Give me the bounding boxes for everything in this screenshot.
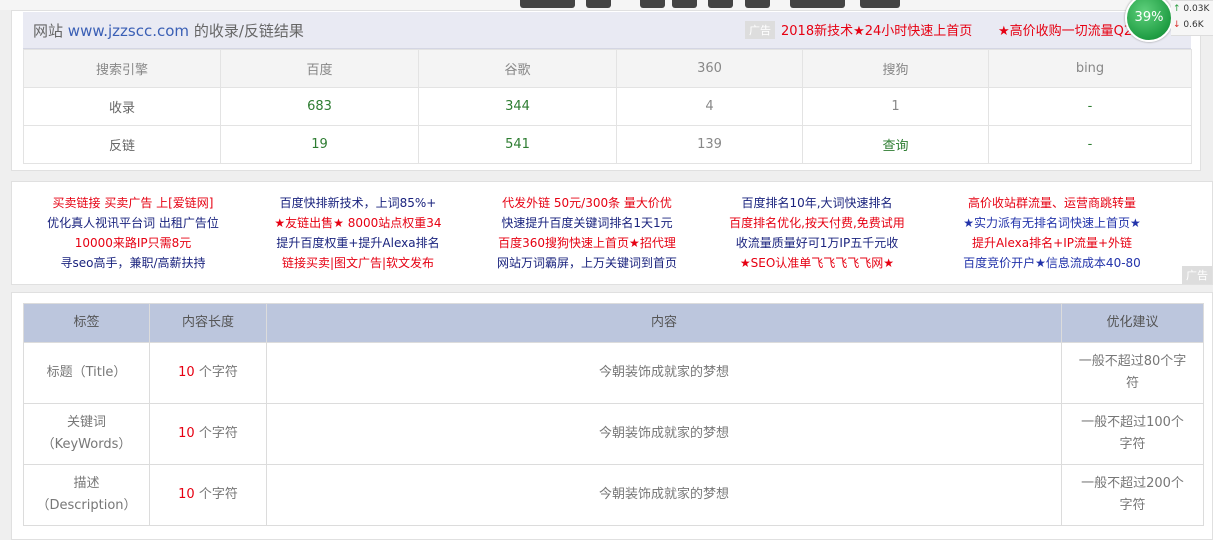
col-header-baidu: 百度 — [220, 49, 419, 88]
upload-arrow-icon: ↑ — [1173, 4, 1181, 14]
top-tab[interactable] — [640, 0, 665, 8]
top-tab[interactable] — [860, 0, 900, 8]
col-header-google: 谷歌 — [418, 49, 617, 88]
col-header-advice: 优化建议 — [1061, 303, 1204, 343]
meta-advice: 一般不超过80个字符 — [1061, 342, 1204, 404]
ad-column-1: 买卖链接 买卖广告 上[爱链网] 优化真人视讯平台词 出租广告位 10000来路… — [33, 193, 233, 273]
table-header-row: 标签 内容长度 内容 优化建议 — [23, 303, 1204, 343]
top-tab[interactable] — [672, 0, 697, 8]
ad-column-5: 高价收站群流量、运营商跳转量 ★实力派有无排名词快速上首页★ 提升Alexa排名… — [942, 193, 1162, 273]
table-row: 收录 683 344 4 1 - — [23, 87, 1192, 126]
ad-column-3: 代发外链 50元/300条 量大价优 快速提升百度关键词排名1天1元 百度360… — [487, 193, 687, 273]
ad-link[interactable]: 百度排名10年,大词快速排名 — [717, 193, 917, 213]
top-tab[interactable] — [745, 0, 770, 8]
ad-link[interactable]: 快速提升百度关键词排名1天1元 — [487, 213, 687, 233]
google-indexed-link[interactable]: 344 — [418, 87, 617, 126]
ad-link[interactable]: ★实力派有无排名词快速上首页★ — [942, 213, 1162, 233]
meta-length: 10 个字符 — [149, 464, 267, 526]
table-row: 标题（Title） 10 个字符 今朝装饰成就家的梦想 一般不超过80个字符 — [23, 342, 1204, 404]
meta-label: 描述 （Description） — [23, 464, 150, 526]
download-rate: 0.6K — [1183, 20, 1204, 30]
ad-link[interactable]: 百度排名优化,按天付费,免费试用 — [717, 213, 917, 233]
index-results-panel: 网站 www.jzzscc.com 的收录/反链结果 广告 2018新技术★24… — [11, 10, 1201, 171]
ad-link[interactable]: 百度竞价开户★信息流成本40-80 — [942, 253, 1162, 273]
ad-link[interactable]: 寻seo高手，兼职/高薪扶持 — [33, 253, 233, 273]
ad-link[interactable]: 提升百度权重+提升Alexa排名 — [258, 233, 458, 253]
table-row: 反链 19 541 139 查询 - — [23, 125, 1192, 164]
top-tab[interactable] — [790, 0, 845, 8]
meta-advice: 一般不超过200个 字符 — [1061, 464, 1204, 526]
meta-advice: 一般不超过100个 字符 — [1061, 403, 1204, 465]
ad-column-2: 百度快排新技术，上词85%+ ★友链出售★ 8000站点权重34 提升百度权重+… — [258, 193, 458, 273]
ad-link[interactable]: 优化真人视讯平台词 出租广告位 — [33, 213, 233, 233]
col-header-tag: 标签 — [23, 303, 150, 343]
engine-stats-table: 搜索引擎 百度 谷歌 360 搜狗 bing 收录 683 344 4 1 - … — [23, 49, 1192, 164]
top-tab[interactable] — [520, 0, 575, 8]
ad-link[interactable]: 10000来路IP只需8元 — [33, 233, 233, 253]
meta-length: 10 个字符 — [149, 403, 267, 465]
col-header-360: 360 — [616, 49, 803, 88]
ad-corner-tag: 广告 — [1182, 266, 1212, 284]
ad-link[interactable]: 百度360搜狗快速上首页★招代理 — [487, 233, 687, 253]
browser-top-strip — [0, 0, 1213, 10]
ad-link[interactable]: 网站万词霸屏，上万关键词到首页 — [487, 253, 687, 273]
page-title: 网站 www.jzzscc.com 的收录/反链结果 — [33, 22, 304, 40]
baidu-backlinks-link[interactable]: 19 — [220, 125, 419, 164]
ad-link[interactable]: ★友链出售★ 8000站点权重34 — [258, 213, 458, 233]
360-backlinks-value: 139 — [616, 125, 803, 164]
top-tab[interactable] — [586, 0, 611, 8]
ad-link[interactable]: 代发外链 50元/300条 量大价优 — [487, 193, 687, 213]
bing-indexed-value: - — [988, 87, 1192, 126]
meta-content: 今朝装饰成就家的梦想 — [266, 464, 1062, 526]
google-backlinks-link[interactable]: 541 — [418, 125, 617, 164]
ad-link[interactable]: ★SEO认准单飞飞飞飞飞网★ — [717, 253, 917, 273]
ad-link[interactable]: 链接买卖|图文广告|软文发布 — [258, 253, 458, 273]
ad-link[interactable]: 高价收站群流量、运营商跳转量 — [942, 193, 1162, 213]
ad-link[interactable]: 提升Alexa排名+IP流量+外链 — [942, 233, 1162, 253]
site-domain-link[interactable]: www.jzzscc.com — [68, 22, 189, 40]
network-speed-widget[interactable]: 39% ↑ 0.03K ↓ 0.6K — [1125, 0, 1213, 42]
sogou-indexed-value: 1 — [802, 87, 989, 126]
col-header-sogou: 搜狗 — [802, 49, 989, 88]
ads-block: 买卖链接 买卖广告 上[爱链网] 优化真人视讯平台词 出租广告位 10000来路… — [11, 181, 1213, 285]
col-header-engine: 搜索引擎 — [23, 49, 221, 88]
header-ad-link-2[interactable]: ★高价收购一切流量Q2 — [998, 20, 1132, 39]
speed-percent-ball[interactable]: 39% — [1125, 0, 1173, 42]
speed-rates-box: ↑ 0.03K ↓ 0.6K — [1171, 0, 1213, 36]
meta-label: 关键词 （KeyWords） — [23, 403, 150, 465]
bing-backlinks-value: - — [988, 125, 1192, 164]
ad-link[interactable]: 收流量质量好可1万IP五千元收 — [717, 233, 917, 253]
upload-rate: 0.03K — [1183, 4, 1210, 14]
ad-tag: 广告 — [745, 21, 775, 39]
meta-info-panel: 标签 内容长度 内容 优化建议 标题（Title） 10 个字符 今朝装饰成就家… — [11, 292, 1213, 540]
download-arrow-icon: ↓ — [1173, 20, 1181, 30]
meta-label: 标题（Title） — [23, 342, 150, 404]
meta-content: 今朝装饰成就家的梦想 — [266, 403, 1062, 465]
meta-content: 今朝装饰成就家的梦想 — [266, 342, 1062, 404]
header-ad-link-1[interactable]: 2018新技术★24小时快速上首页 — [781, 20, 972, 39]
baidu-indexed-link[interactable]: 683 — [220, 87, 419, 126]
col-header-content: 内容 — [266, 303, 1062, 343]
col-header-bing: bing — [988, 49, 1192, 88]
sogou-query-link[interactable]: 查询 — [802, 125, 989, 164]
meta-table: 标签 内容长度 内容 优化建议 标题（Title） 10 个字符 今朝装饰成就家… — [23, 303, 1204, 526]
table-row: 关键词 （KeyWords） 10 个字符 今朝装饰成就家的梦想 一般不超过100… — [23, 403, 1204, 465]
ad-link[interactable]: 百度快排新技术，上词85%+ — [258, 193, 458, 213]
360-indexed-value: 4 — [616, 87, 803, 126]
ad-column-4: 百度排名10年,大词快速排名 百度排名优化,按天付费,免费试用 收流量质量好可1… — [717, 193, 917, 273]
col-header-length: 内容长度 — [149, 303, 267, 343]
row-label-backlinks: 反链 — [23, 125, 221, 164]
top-tab[interactable] — [708, 0, 733, 8]
table-row: 描述 （Description） 10 个字符 今朝装饰成就家的梦想 一般不超过2… — [23, 464, 1204, 526]
meta-length: 10 个字符 — [149, 342, 267, 404]
panel-title-bar: 网站 www.jzzscc.com 的收录/反链结果 广告 2018新技术★24… — [23, 12, 1191, 49]
table-header-row: 搜索引擎 百度 谷歌 360 搜狗 bing — [23, 49, 1192, 88]
row-label-indexed: 收录 — [23, 87, 221, 126]
ad-link[interactable]: 买卖链接 买卖广告 上[爱链网] — [33, 193, 233, 213]
